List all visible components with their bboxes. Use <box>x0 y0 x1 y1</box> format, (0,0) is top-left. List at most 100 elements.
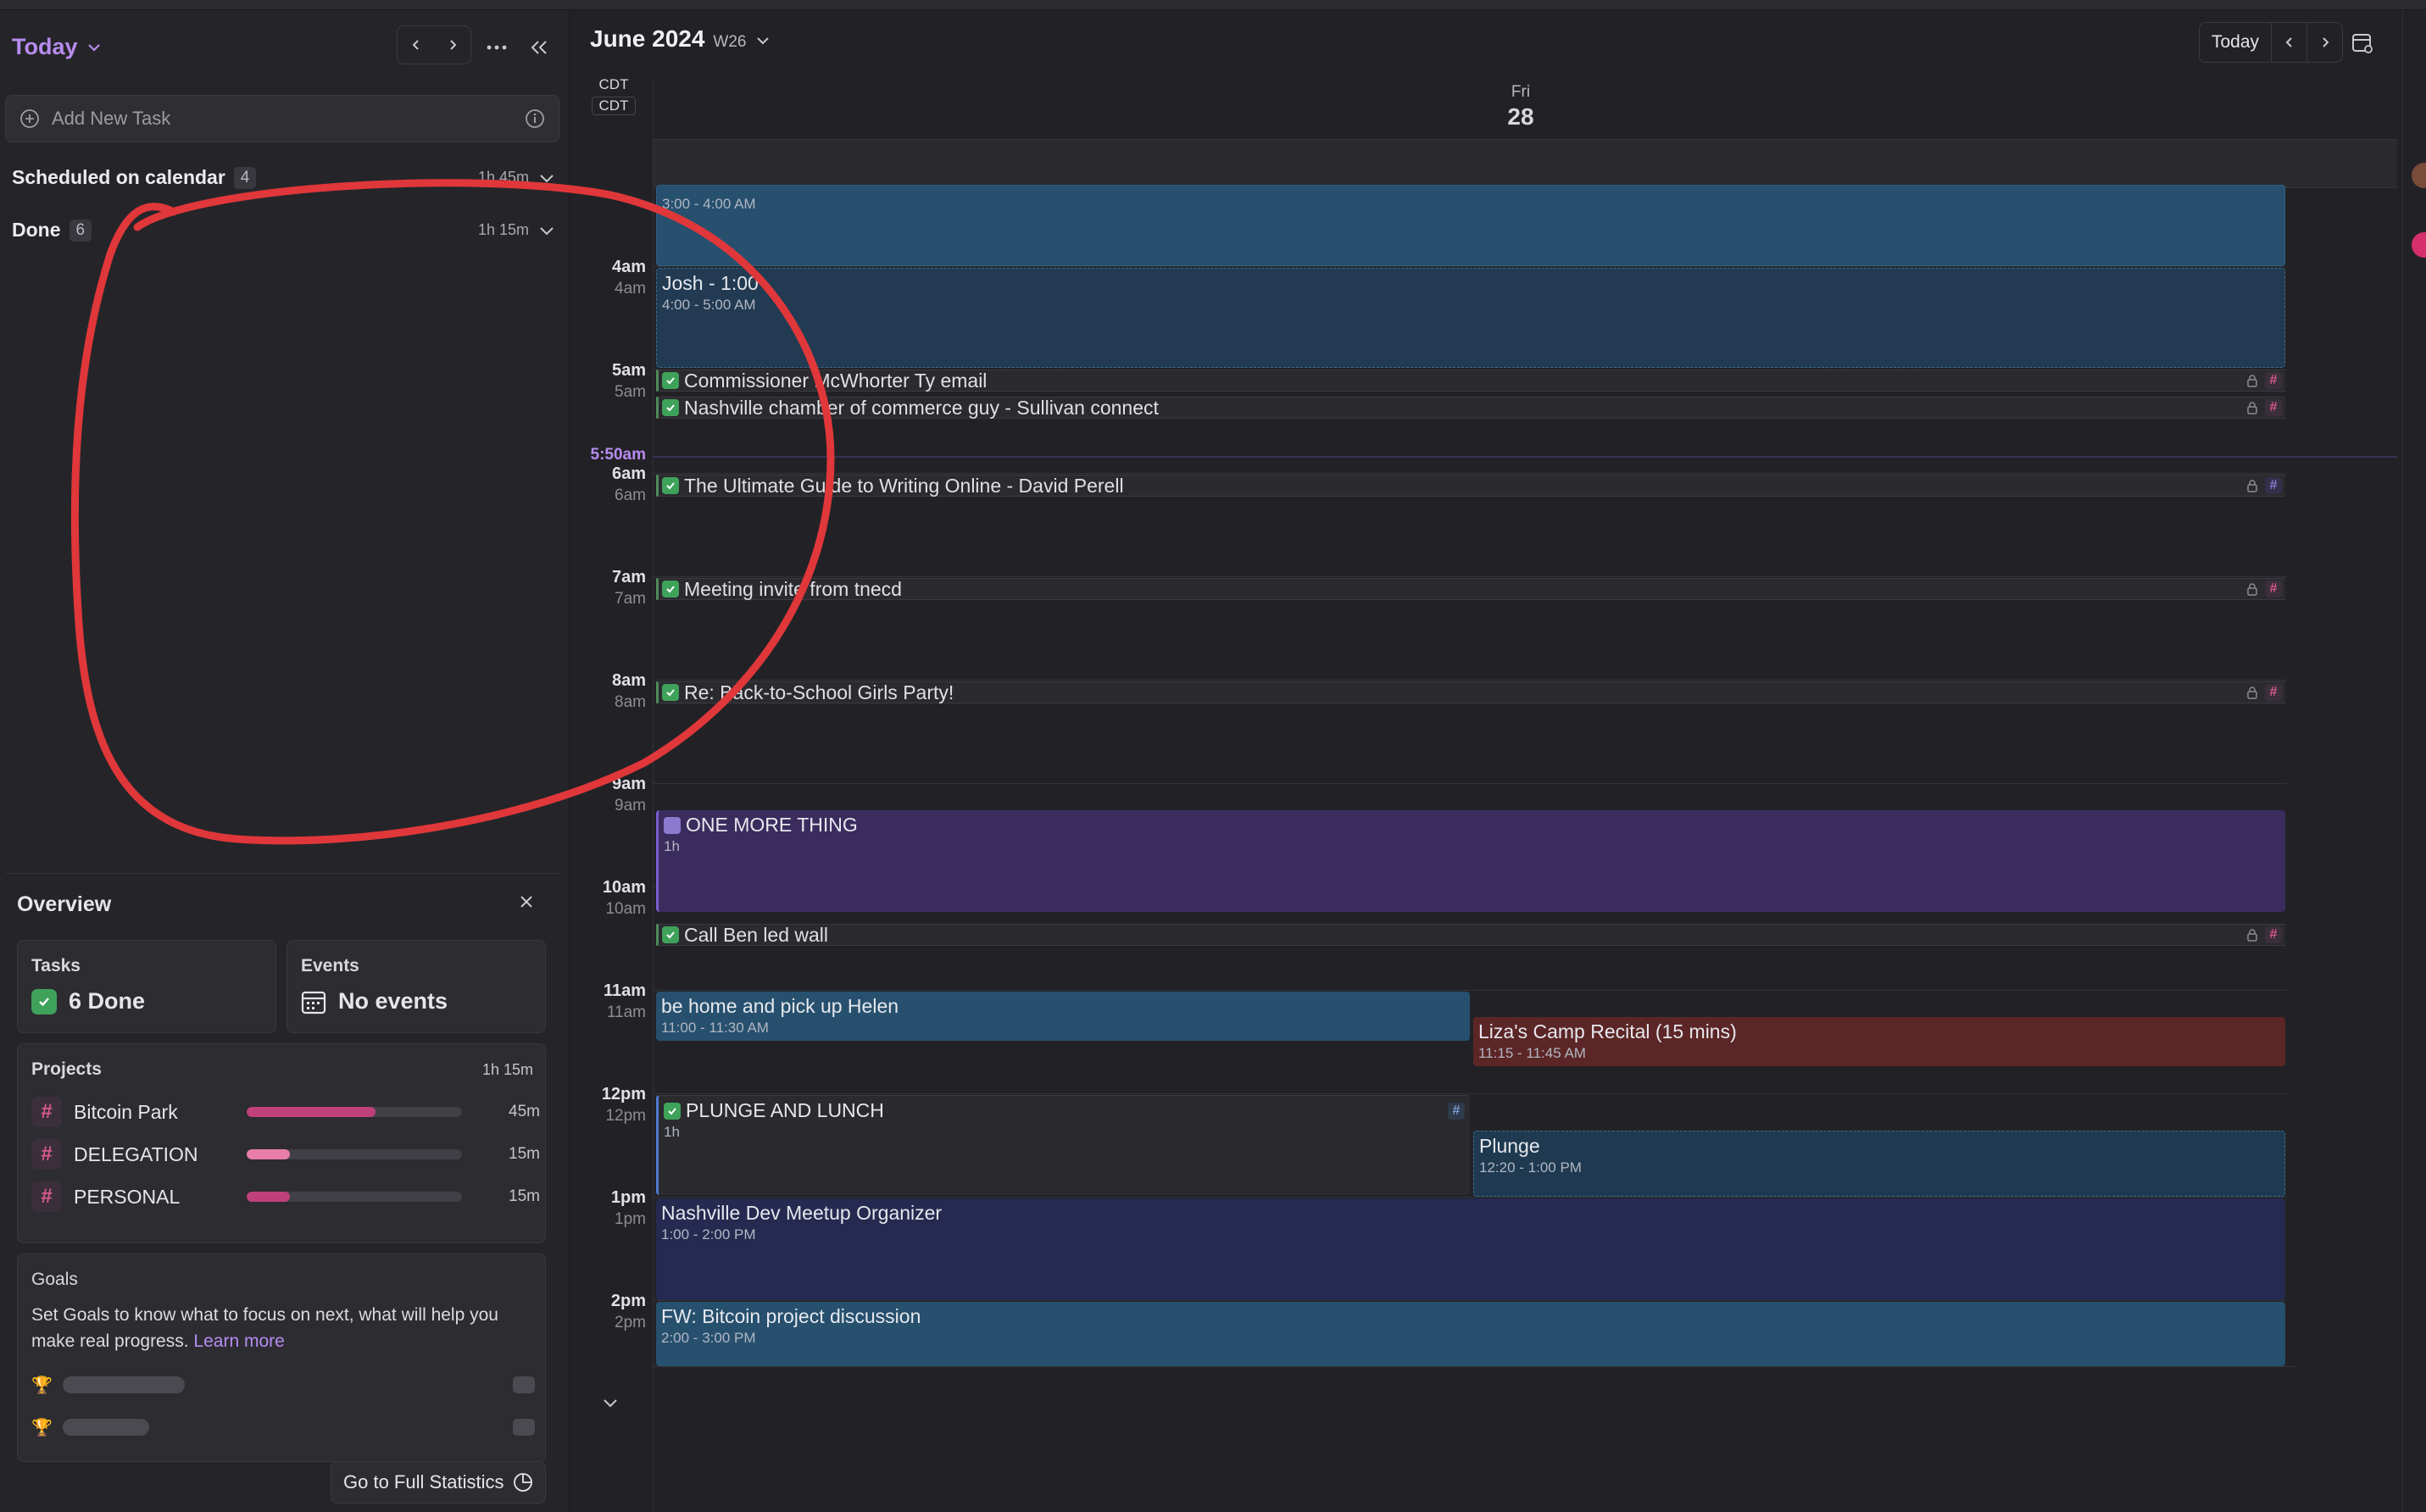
event-title: Josh - 1:00 <box>662 272 759 294</box>
hour-primary: 2pm <box>610 1292 646 1310</box>
calendar-event[interactable]: Plunge 12:20 - 1:00 PM <box>1473 1131 2285 1197</box>
check-icon <box>664 1102 681 1120</box>
event-time: 3:00 - 4:00 AM <box>662 196 756 212</box>
close-overview-button[interactable] <box>517 892 536 915</box>
timezone-secondary[interactable]: CDT <box>592 97 636 115</box>
project-row[interactable]: # Bitcoin Park 45m <box>31 1095 540 1129</box>
avatar[interactable] <box>2412 232 2426 258</box>
event-time: 1:00 - 2:00 PM <box>661 1226 756 1242</box>
day-header[interactable]: Fri 28 <box>654 83 2387 131</box>
group-duration: 1h 45m <box>477 169 529 186</box>
calendar-task[interactable]: Re: Back-to-School Girls Party! # <box>656 681 2285 703</box>
hour-primary: 9am <box>611 775 646 793</box>
calendar-task[interactable]: Commissioner McWhorter Ty email # <box>656 370 2285 392</box>
hash-icon: # <box>2265 581 2282 598</box>
month-label: June 2024 <box>590 25 705 52</box>
calendar-task[interactable]: Meeting invite from tnecd # <box>656 578 2285 600</box>
lock-icon <box>2247 402 2257 414</box>
events-value: No events <box>338 988 448 1014</box>
hour-primary: 5am <box>611 361 646 380</box>
hour-secondary: 7am <box>615 590 646 608</box>
event-time: 1h <box>664 838 680 854</box>
chevron-down-icon <box>540 226 554 235</box>
today-dropdown[interactable]: Today <box>12 34 102 60</box>
all-day-row[interactable] <box>653 139 2397 188</box>
calendar-task[interactable]: Nashville chamber of commerce guy - Sull… <box>656 397 2285 419</box>
tasks-value: 6 Done <box>69 988 146 1014</box>
event-title: Plunge <box>1479 1135 1540 1157</box>
hour-primary: 7am <box>611 568 646 586</box>
month-selector[interactable]: June 2024 W26 <box>590 25 771 53</box>
add-task-input[interactable]: Add New Task <box>5 95 559 142</box>
calendar-gear-icon <box>2352 34 2373 53</box>
collapse-sidebar-button[interactable] <box>526 34 553 61</box>
check-icon <box>662 684 679 701</box>
calendar-event[interactable]: Liza's Camp Recital (15 mins) 11:15 - 11… <box>1473 1017 2285 1066</box>
chevron-down-icon <box>604 1399 617 1408</box>
hour-label: 7am 7am <box>576 566 646 610</box>
gutter-divider <box>653 78 654 1512</box>
full-statistics-button[interactable]: Go to Full Statistics <box>331 1461 546 1504</box>
group-scheduled[interactable]: Scheduled on calendar 4 1h 45m <box>12 166 554 189</box>
calendar-event[interactable]: Josh - 1:00 4:00 - 5:00 AM <box>656 268 2285 368</box>
check-icon <box>662 372 679 389</box>
calendar-event[interactable]: FW: Bitcoin project discussion 2:00 - 3:… <box>656 1302 2285 1366</box>
goal-placeholder-toggle <box>513 1376 535 1393</box>
calendar-event[interactable]: Nashville Dev Meetup Organizer 1:00 - 2:… <box>656 1198 2285 1300</box>
overview-panel: Overview Tasks 6 Done Events No events P… <box>5 873 559 1512</box>
hour-label: 12pm 12pm <box>576 1083 646 1127</box>
goal-placeholder[interactable]: 🏆 <box>31 1417 535 1437</box>
event-title: Liza's Camp Recital (15 mins) <box>1478 1020 1737 1042</box>
calendar-event[interactable]: be home and pick up Helen 11:00 - 11:30 … <box>656 992 1470 1041</box>
learn-more-link[interactable]: Learn more <box>193 1331 284 1351</box>
today-sidebar: Today Add New Task Scheduled on calendar… <box>0 10 570 1512</box>
project-row[interactable]: # DELEGATION 15m <box>31 1137 540 1171</box>
today-title: Today <box>12 34 78 59</box>
info-icon[interactable] <box>525 108 545 129</box>
chevron-right-icon <box>2322 37 2329 47</box>
hour-label: 9am 9am <box>576 773 646 817</box>
next-button[interactable] <box>2306 23 2342 62</box>
stack-icon <box>664 816 681 834</box>
hour-secondary: 9am <box>615 797 646 814</box>
hour-line <box>653 783 2287 784</box>
hour-primary: 4am <box>611 258 646 276</box>
hour-primary: 11am <box>603 981 646 1000</box>
prev-day-button[interactable] <box>398 26 434 64</box>
events-label: Events <box>301 956 359 976</box>
project-row[interactable]: # PERSONAL 15m <box>31 1180 540 1214</box>
hash-icon: # <box>31 1097 62 1127</box>
goals-card: Goals Set Goals to know what to focus on… <box>17 1254 546 1462</box>
goals-label: Goals <box>31 1270 78 1289</box>
avatar[interactable] <box>2412 163 2426 188</box>
hour-label: 8am 8am <box>576 670 646 714</box>
trophy-icon: 🏆 <box>31 1418 53 1437</box>
more-options-button[interactable] <box>483 34 510 61</box>
calendar-settings-button[interactable] <box>2350 31 2375 56</box>
overview-title: Overview <box>17 892 112 916</box>
calendar-task[interactable]: Call Ben led wall # <box>656 924 2285 946</box>
next-day-button[interactable] <box>434 26 470 64</box>
current-time-label: 5:50am <box>590 446 647 464</box>
ellipsis-icon <box>487 45 507 50</box>
hour-line <box>653 990 2287 991</box>
goals-text: Set Goals to know what to focus on next,… <box>31 1302 531 1354</box>
hour-primary: 10am <box>602 878 646 897</box>
full-stats-label: Go to Full Statistics <box>343 1471 504 1493</box>
calendar-task[interactable]: The Ultimate Guide to Writing Online - D… <box>656 475 2285 497</box>
prev-button[interactable] <box>2271 23 2306 62</box>
hour-primary: 1pm <box>610 1188 646 1207</box>
check-icon <box>662 399 679 416</box>
scroll-down-button[interactable] <box>602 1397 619 1413</box>
group-done[interactable]: Done 6 1h 15m <box>12 219 554 242</box>
calendar-event[interactable]: 3:00 - 4:00 AM <box>656 185 2285 266</box>
hash-icon: # <box>2265 926 2282 943</box>
check-icon <box>31 988 57 1014</box>
calendar-event[interactable]: ONE MORE THING 1h <box>656 810 2285 912</box>
calendar-task-block[interactable]: PLUNGE AND LUNCH # 1h <box>656 1095 1470 1195</box>
goal-placeholder[interactable]: 🏆 <box>31 1375 535 1395</box>
projects-total: 1h 15m <box>481 1061 533 1078</box>
hash-icon: # <box>2265 372 2282 389</box>
project-progress-bar <box>247 1149 462 1159</box>
today-button[interactable]: Today <box>2200 32 2271 53</box>
